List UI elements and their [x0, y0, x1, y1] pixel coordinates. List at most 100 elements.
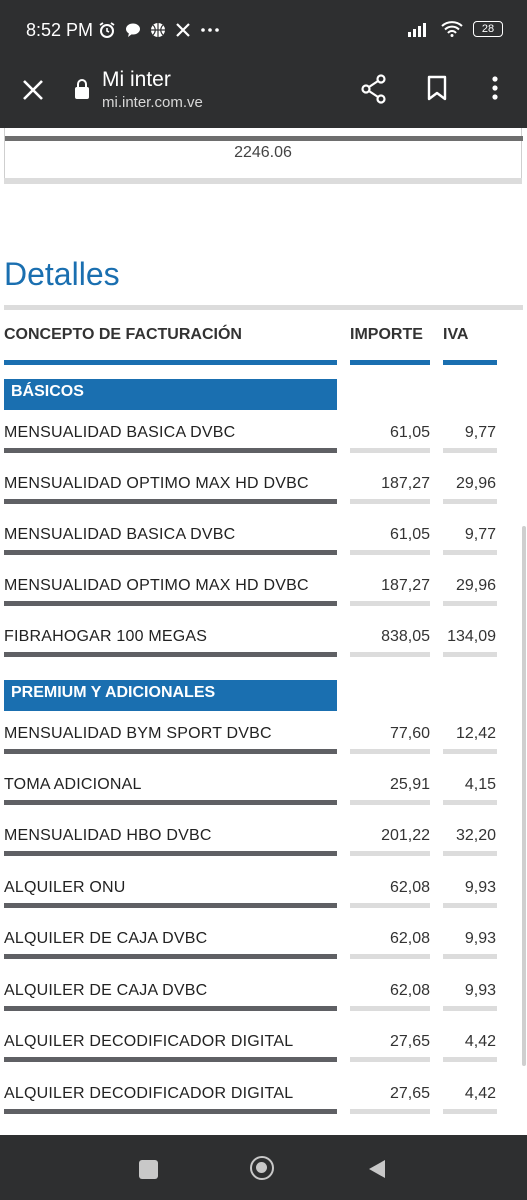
row-divider [350, 601, 430, 606]
page-content[interactable]: 2246.06 Detalles CONCEPTO DE FACTURACIÓN… [0, 128, 527, 1135]
row-divider [350, 550, 430, 555]
row-iva: 4,42 [464, 1085, 496, 1102]
header-amount-bar [350, 360, 430, 365]
row-divider [443, 550, 497, 555]
row-divider [4, 954, 337, 959]
row-concept: FIBRAHOGAR 100 MEGAS [4, 628, 208, 645]
section-basicos: BÁSICOS [4, 379, 337, 410]
x-icon [176, 23, 190, 37]
custom-tab-toolbar: Mi inter mi.inter.com.ve [0, 62, 527, 128]
page-title: Mi inter [102, 68, 171, 91]
details-heading: Detalles [4, 256, 120, 292]
row-divider [4, 1109, 337, 1114]
recents-icon[interactable] [139, 1160, 158, 1179]
total-value: 2246.06 [234, 144, 292, 161]
row-divider [350, 851, 430, 856]
section-premium: PREMIUM Y ADICIONALES [4, 680, 337, 711]
row-divider [443, 1109, 497, 1114]
row-amount: 25,91 [389, 776, 430, 793]
row-amount: 62,08 [389, 930, 430, 947]
more-vert-icon[interactable] [488, 74, 502, 102]
row-divider [443, 851, 497, 856]
header-iva-bar [443, 360, 497, 365]
system-icons: 28 [407, 20, 503, 37]
row-divider [350, 1109, 430, 1114]
row-amount: 77,60 [389, 725, 430, 742]
back-icon[interactable] [368, 1159, 386, 1179]
row-concept: TOMA ADICIONAL [4, 776, 142, 793]
table-row: ALQUILER DECODIFICADOR DIGITAL 27,65 4,4… [0, 1079, 527, 1130]
row-concept: ALQUILER DECODIFICADOR DIGITAL [4, 1085, 294, 1102]
details-divider [4, 305, 523, 310]
status-bar: 8:52 PM 28 [0, 0, 527, 62]
row-divider [443, 749, 497, 754]
row-amount: 838,05 [381, 628, 430, 645]
row-divider [4, 749, 337, 754]
table-row: FIBRAHOGAR 100 MEGAS 838,05 134,09 [0, 622, 527, 673]
row-amount: 61,05 [389, 424, 430, 441]
row-concept: MENSUALIDAD OPTIMO MAX HD DVBC [4, 577, 309, 594]
table-row: MENSUALIDAD BYM SPORT DVBC 77,60 12,42 [0, 719, 527, 770]
total-box-shadow [4, 178, 522, 184]
table-row: ALQUILER DE CAJA DVBC 62,08 9,93 [0, 924, 527, 975]
page-url[interactable]: mi.inter.com.ve [102, 94, 203, 111]
bookmark-icon[interactable] [426, 74, 448, 102]
row-iva: 29,96 [455, 475, 496, 492]
basketball-icon [151, 23, 165, 37]
row-concept: ALQUILER DE CAJA DVBC [4, 982, 208, 999]
row-divider [443, 1057, 497, 1062]
row-iva: 9,93 [464, 982, 496, 999]
row-divider [4, 903, 337, 908]
header-concept: CONCEPTO DE FACTURACIÓN [4, 326, 242, 343]
battery-icon: 28 [473, 20, 503, 37]
chat-icon [126, 23, 140, 37]
row-iva: 4,42 [464, 1033, 496, 1050]
more-icon [201, 28, 219, 32]
table-row: MENSUALIDAD HBO DVBC 201,22 32,20 [0, 821, 527, 872]
row-divider [4, 550, 337, 555]
signal-icon [408, 22, 426, 37]
share-icon[interactable] [360, 74, 388, 104]
row-concept: ALQUILER DECODIFICADOR DIGITAL [4, 1033, 294, 1050]
close-icon[interactable] [20, 77, 46, 103]
row-concept: MENSUALIDAD BASICA DVBC [4, 526, 236, 543]
row-divider [4, 499, 337, 504]
lock-icon[interactable] [74, 78, 90, 100]
table-row: ALQUILER ONU 62,08 9,93 [0, 873, 527, 924]
row-divider [4, 652, 337, 657]
table-row: MENSUALIDAD BASICA DVBC 61,05 9,77 [0, 418, 527, 469]
total-box: 2246.06 [4, 128, 523, 180]
row-divider [443, 903, 497, 908]
table-row: MENSUALIDAD OPTIMO MAX HD DVBC 187,27 29… [0, 571, 527, 622]
row-divider [350, 652, 430, 657]
row-iva: 9,77 [464, 424, 496, 441]
row-divider [350, 1006, 430, 1011]
total-underline [5, 136, 523, 141]
alarm-icon [99, 22, 115, 38]
row-divider [350, 499, 430, 504]
row-amount: 187,27 [381, 577, 430, 594]
page-scrollbar[interactable] [522, 526, 526, 1066]
row-divider [350, 749, 430, 754]
row-divider [4, 800, 337, 805]
row-divider [443, 601, 497, 606]
row-iva: 29,96 [455, 577, 496, 594]
table-row: TOMA ADICIONAL 25,91 4,15 [0, 770, 527, 821]
row-divider [350, 954, 430, 959]
table-row: ALQUILER DE CAJA DVBC 62,08 9,93 [0, 976, 527, 1027]
row-concept: MENSUALIDAD OPTIMO MAX HD DVBC [4, 475, 309, 492]
row-divider [4, 448, 337, 453]
wifi-icon [441, 21, 463, 37]
row-divider [443, 652, 497, 657]
row-iva: 9,93 [464, 879, 496, 896]
row-divider [443, 800, 497, 805]
row-iva: 9,77 [464, 526, 496, 543]
row-iva: 134,09 [447, 628, 496, 645]
row-concept: ALQUILER ONU [4, 879, 126, 896]
row-concept: MENSUALIDAD BYM SPORT DVBC [4, 725, 272, 742]
row-divider [350, 903, 430, 908]
row-iva: 9,93 [464, 930, 496, 947]
home-icon[interactable] [250, 1156, 274, 1180]
row-divider [350, 1057, 430, 1062]
row-divider [4, 1057, 337, 1062]
